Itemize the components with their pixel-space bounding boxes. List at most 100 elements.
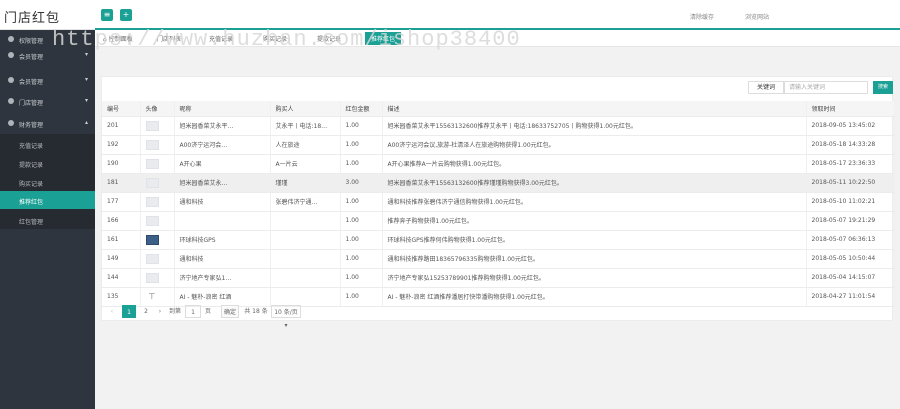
cell-id: 166 (102, 211, 141, 231)
pin-icon: ⊤ (148, 291, 156, 301)
table-row: 135 ⊤ AI - 魅朴-浪密 红酒 1.00 AI - 魅朴-浪密 红酒推荐… (102, 287, 895, 307)
tab-store-list[interactable]: 门店列表 (157, 34, 181, 43)
cell-buyer (270, 287, 341, 307)
cell-time: 2018-05-04 14:15:07 (806, 268, 895, 288)
cell-description: 通和科技推荐路田18365796335购物获得1.00元红包。 (382, 249, 807, 269)
cell-amount: 1.00 (340, 135, 383, 155)
page-2-button[interactable]: 2 (139, 305, 153, 318)
cell-id: 201 (102, 116, 141, 136)
cell-avatar (140, 154, 175, 174)
cell-nickname: A开心果 (174, 154, 271, 174)
goto-page-input[interactable]: 1 (185, 305, 201, 318)
cell-amount: 1.00 (340, 268, 383, 288)
cell-avatar (140, 230, 175, 250)
total-count: 共 18 条 (244, 308, 268, 315)
cell-id: 144 (102, 268, 141, 288)
sidebar-item-label: 充值记录 (19, 143, 44, 150)
cell-time: 2018-05-07 19:21:29 (806, 211, 895, 231)
cell-amount: 1.00 (340, 211, 383, 231)
table-row: 192 A00济宁运河会… 人在旅途 1.00 A00济宁运河会议,旅游-杜清泽… (102, 135, 895, 155)
sidebar-item-label: 红包管理 (19, 219, 44, 226)
store-icon (8, 98, 14, 104)
sidebar-item-label: 推荐红包 (19, 199, 44, 206)
cell-nickname: 通和科技 (174, 192, 271, 212)
sidebar-item-members-2[interactable]: 会员管理 ▾ (0, 72, 95, 90)
table-row: 144 济宁地产专家弘1… 1.00 济宁地产专家弘15253789901推荐购… (102, 268, 895, 288)
search-button[interactable]: 搜索 (873, 81, 893, 94)
page-1-button[interactable]: 1 (122, 305, 136, 318)
chevron-down-icon: ▾ (84, 97, 88, 104)
avatar (145, 139, 159, 150)
avatar (145, 253, 159, 264)
cell-id: 192 (102, 135, 141, 155)
goto-confirm-button[interactable]: 确定 (221, 305, 239, 318)
cell-description: A00济宁运河会议,旅游-杜清泽人在旅途购物获得1.00元红包。 (382, 135, 807, 155)
column-header: 编号 (102, 101, 141, 117)
cell-amount: 1.00 (340, 192, 383, 212)
table-header-row: 编号 头像 昵称 购买人 红包金额 描述 领取时间 (102, 101, 895, 117)
cell-description: AI - 魅朴-浪密 红酒推荐潘居打快带潘购物获得1.00元红包。 (382, 287, 807, 307)
finance-icon (8, 120, 14, 126)
column-header: 红包金额 (340, 101, 383, 117)
menu-toggle-button[interactable]: ≡ (101, 9, 113, 21)
avatar (145, 196, 159, 207)
clear-cache-link[interactable]: 清除缓存 (690, 12, 714, 21)
sidebar-item-referral-redpacket[interactable]: 推荐红包 (0, 191, 95, 209)
add-button[interactable]: + (120, 9, 132, 21)
cell-buyer: 艾永平丨电话:18… (270, 116, 341, 136)
page-unit-label: 页 (204, 308, 211, 315)
column-header: 领取时间 (806, 101, 895, 117)
sidebar-item-recharge[interactable]: 充值记录 (0, 135, 95, 153)
cell-time: 2018-05-05 10:50:44 (806, 249, 895, 269)
next-page-button[interactable]: › (156, 305, 164, 318)
cell-avatar (140, 135, 175, 155)
avatar (145, 215, 159, 226)
sidebar-item-label: 提款记录 (19, 162, 44, 169)
cell-time: 2018-05-10 11:02:21 (806, 192, 895, 212)
cell-amount: 1.00 (340, 249, 383, 269)
sidebar-item-members[interactable]: 会员管理 ▾ (0, 47, 95, 65)
cell-id: 135 (102, 287, 141, 307)
cell-buyer (270, 230, 341, 250)
tab-referral-redpacket[interactable]: 推荐红包 (365, 32, 402, 45)
sidebar-item-finance[interactable]: 财务管理 ▴ (0, 115, 95, 133)
cell-amount: 1.00 (340, 287, 383, 307)
tab-label: 控制面板 (108, 36, 133, 43)
search-input[interactable] (784, 81, 868, 94)
users-icon (8, 52, 14, 58)
tab-dashboard[interactable]: ⌂ 控制面板 (103, 34, 133, 43)
sidebar-item-label: 会员管理 (19, 54, 44, 61)
cell-id: 149 (102, 249, 141, 269)
cell-description: 旭米园香菜艾永平15563132600推荐瑾瑾购物获得3.00元红包。 (382, 173, 807, 193)
sidebar-item-purchases[interactable]: 购买记录 (0, 173, 95, 191)
page-size-select[interactable]: 10 条/页 ▾ (271, 305, 301, 329)
sidebar: 权限管理 会员管理 ▾ 会员管理 ▾ 门店管理 ▾ 财务管理 ▴ 充值记录 提款… (0, 30, 95, 409)
cell-avatar (140, 173, 175, 193)
table-row: 177 通和科技 张碧伟济宁通… 1.00 通和科技推荐张碧伟济宁通信购物获得1… (102, 192, 895, 212)
column-header: 购买人 (270, 101, 341, 117)
sidebar-item-withdraw[interactable]: 提款记录 (0, 154, 95, 172)
view-site-link[interactable]: 浏览网站 (745, 12, 769, 21)
tab-bar: ⌂ 控制面板 门店列表 充值记录 购买记录 提款记录 推荐红包 (95, 30, 900, 47)
chevron-down-icon: ▾ (84, 51, 88, 58)
tab-recharge[interactable]: 充值记录 (209, 34, 233, 43)
cell-buyer: 人在旅途 (270, 135, 341, 155)
avatar (145, 272, 159, 283)
table-row: 190 A开心果 A一片云 1.00 A开心果推荐A一片云购物获得1.00元红包… (102, 154, 895, 174)
tab-withdraw[interactable]: 提款记录 (317, 34, 341, 43)
prev-page-button[interactable]: ‹ (108, 305, 116, 318)
keyword-button[interactable]: 关键词 (748, 81, 784, 94)
tab-purchases[interactable]: 购买记录 (263, 34, 287, 43)
home-icon: ⌂ (103, 36, 107, 43)
column-header: 描述 (382, 101, 807, 117)
cell-time: 2018-09-05 13:45:02 (806, 116, 895, 136)
sidebar-item-redpacket-manage[interactable]: 红包管理 (0, 211, 95, 229)
sidebar-item-stores[interactable]: 门店管理 ▾ (0, 93, 95, 111)
gear-icon (8, 36, 14, 42)
cell-amount: 1.00 (340, 116, 383, 136)
cell-id: 181 (102, 173, 141, 193)
cell-buyer (270, 268, 341, 288)
cell-id: 177 (102, 192, 141, 212)
cell-avatar (140, 211, 175, 231)
app-title: 门店红包 (4, 11, 61, 26)
